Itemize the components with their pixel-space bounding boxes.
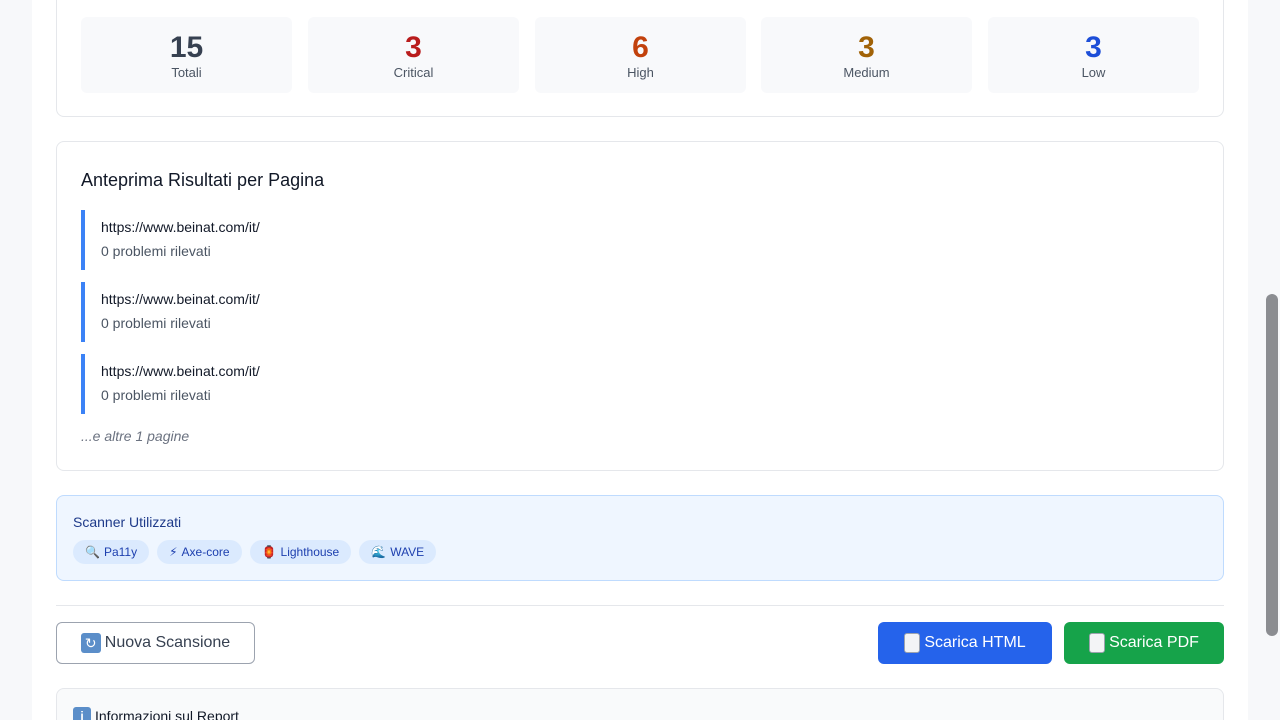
lighthouse-icon: 🏮: [261, 545, 277, 559]
vertical-scrollbar-thumb[interactable]: [1266, 294, 1278, 636]
stat-value: 3: [405, 31, 422, 64]
page-result-item: https://www.beinat.com/it/ 0 problemi ri…: [81, 354, 481, 414]
stat-low: 3 Low: [988, 17, 1199, 93]
download-html-button[interactable]: Scarica HTML: [878, 622, 1052, 664]
page-url: https://www.beinat.com/it/: [101, 363, 260, 379]
page-results-preview: Anteprima Risultati per Pagina https://w…: [56, 141, 1224, 471]
stat-critical: 3 Critical: [308, 17, 519, 93]
stat-label: Critical: [393, 65, 434, 80]
scanner-label: Pa11y: [103, 545, 138, 559]
stat-value: 15: [169, 31, 204, 64]
more-pages-note: ...e altre 1 pagine: [81, 428, 190, 444]
page-issue-count: 0 problemi rilevati: [101, 315, 211, 331]
new-scan-label: Nuova Scansione: [104, 634, 231, 651]
scanner-label: WAVE: [390, 545, 425, 559]
document-icon: [1089, 633, 1106, 653]
summary-stats-card: 15 Totali 3 Critical 6 High 3 Medium 3 L…: [56, 0, 1224, 117]
scanner-chip-pa11y: 🔍 Pa11y: [73, 540, 150, 564]
scanner-chip-axe-core: ⚡ Axe-core: [157, 540, 242, 564]
page-url: https://www.beinat.com/it/: [101, 219, 260, 235]
report-info-title: i Informazioni sul Report: [73, 707, 239, 720]
stat-label: High: [627, 65, 654, 80]
refresh-icon: ↻: [80, 633, 101, 653]
scanner-chip-list: 🔍 Pa11y ⚡ Axe-core 🏮 Lighthouse 🌊 WAVE: [73, 540, 437, 564]
stat-label: Totali: [171, 65, 202, 80]
report-info-card: i Informazioni sul Report: [56, 688, 1224, 720]
stat-label: Low: [1081, 65, 1106, 80]
stat-medium: 3 Medium: [761, 17, 972, 93]
download-html-label: Scarica HTML: [924, 634, 1026, 651]
report-info-label: Informazioni sul Report: [95, 708, 239, 720]
stat-value: 3: [858, 31, 875, 64]
page-issue-count: 0 problemi rilevati: [101, 243, 211, 259]
new-scan-button[interactable]: ↻ Nuova Scansione: [56, 622, 255, 664]
page-result-item: https://www.beinat.com/it/ 0 problemi ri…: [81, 210, 481, 270]
divider: [56, 605, 1224, 606]
scanner-chip-lighthouse: 🏮 Lighthouse: [249, 540, 352, 564]
download-pdf-label: Scarica PDF: [1109, 634, 1199, 651]
stat-high: 6 High: [535, 17, 746, 93]
scanners-used-card: Scanner Utilizzati 🔍 Pa11y ⚡ Axe-core 🏮 …: [56, 495, 1224, 581]
scanner-chip-wave: 🌊 WAVE: [359, 540, 437, 564]
document-icon: [904, 633, 921, 653]
stat-total: 15 Totali: [81, 17, 292, 93]
stat-value: 6: [632, 31, 649, 64]
download-pdf-button[interactable]: Scarica PDF: [1064, 622, 1224, 664]
page-issue-count: 0 problemi rilevati: [101, 387, 211, 403]
scanner-label: Lighthouse: [280, 545, 340, 559]
lightning-icon: ⚡: [169, 545, 178, 559]
section-title: Anteprima Risultati per Pagina: [81, 170, 325, 190]
info-icon: i: [73, 707, 91, 720]
stat-value: 3: [1085, 31, 1102, 64]
scanners-title: Scanner Utilizzati: [73, 514, 182, 530]
page-result-item: https://www.beinat.com/it/ 0 problemi ri…: [81, 282, 481, 342]
stat-label: Medium: [843, 65, 890, 80]
magnifier-icon: 🔍: [85, 545, 100, 559]
wave-icon: 🌊: [371, 545, 387, 559]
page-url: https://www.beinat.com/it/: [101, 291, 260, 307]
scanner-label: Axe-core: [181, 545, 230, 559]
